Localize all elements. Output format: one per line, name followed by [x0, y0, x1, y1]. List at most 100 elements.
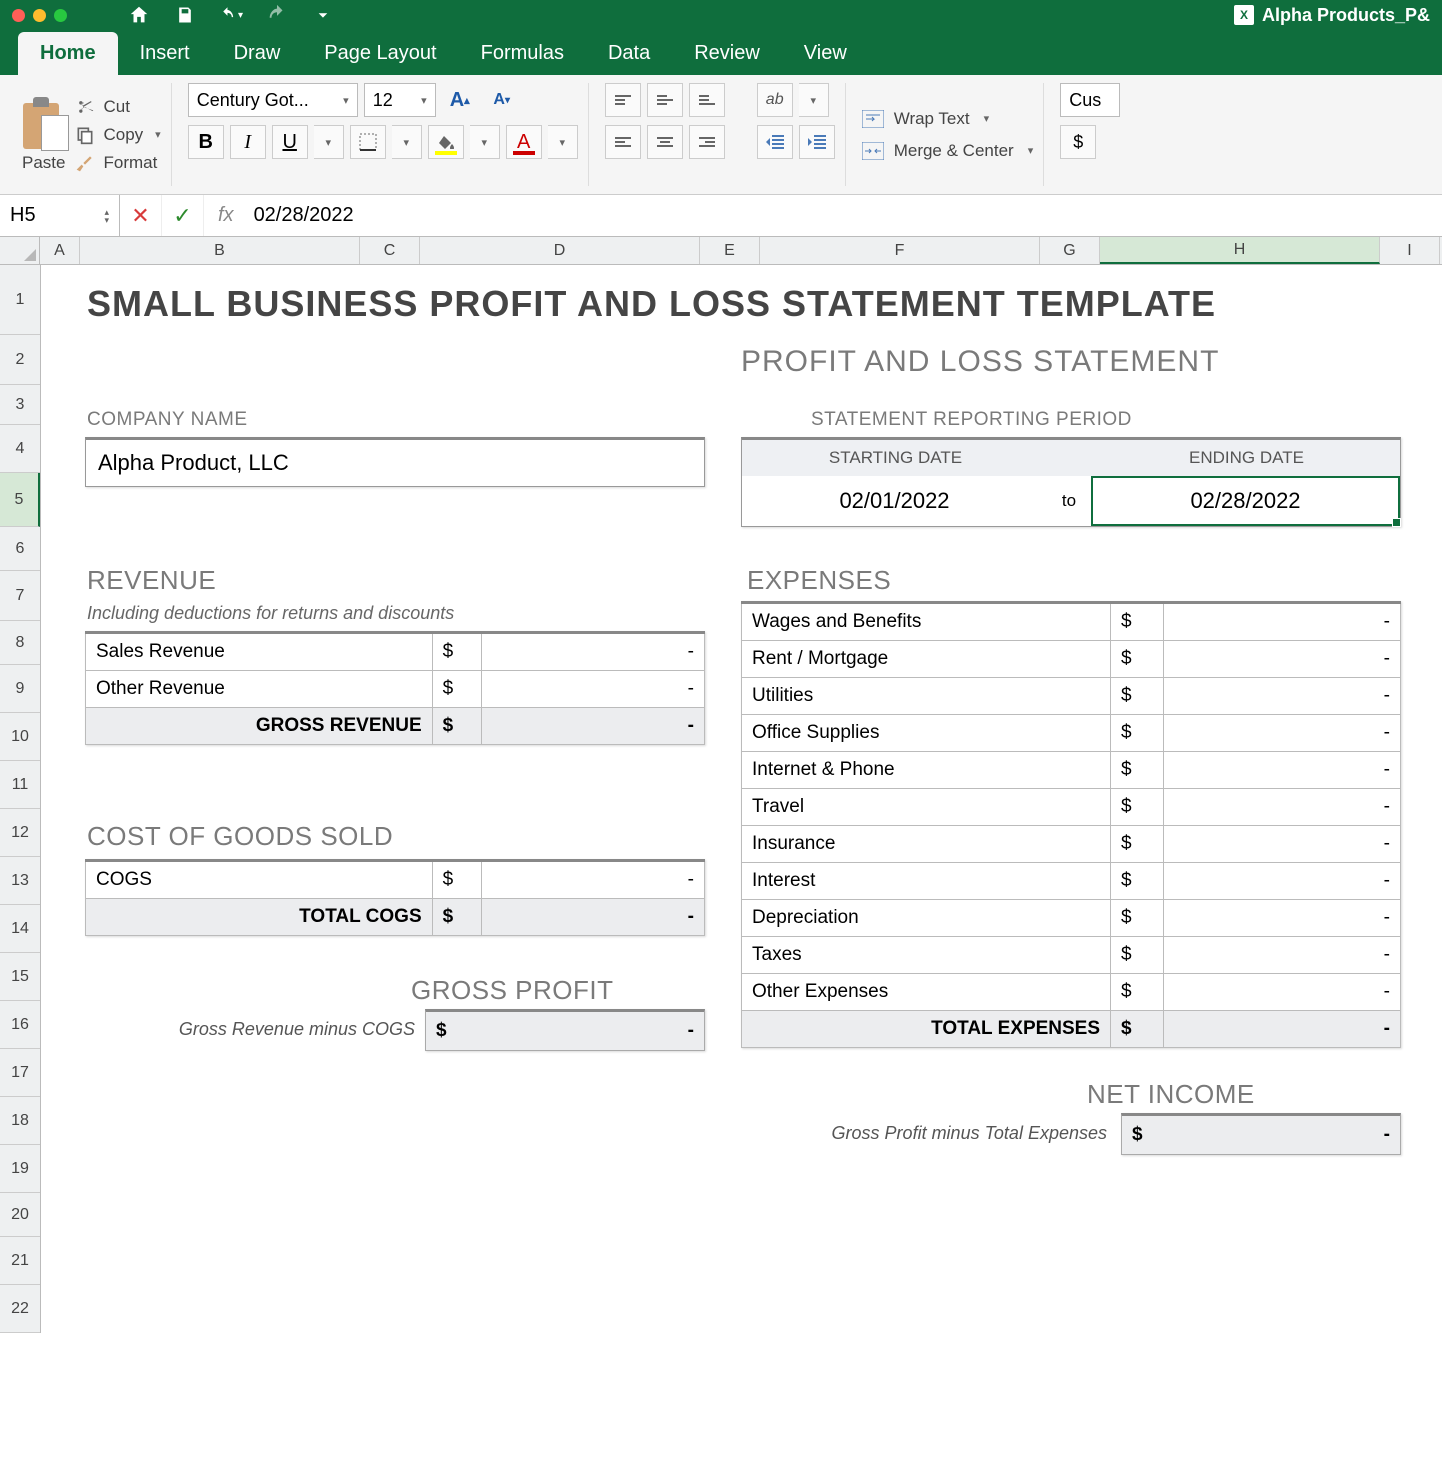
starting-date-cell[interactable]: 02/01/2022 [742, 478, 1047, 524]
currency-button[interactable]: $ [1060, 125, 1096, 159]
expense-value[interactable]: - [1163, 826, 1400, 863]
expense-value[interactable]: - [1163, 937, 1400, 974]
tab-data[interactable]: Data [586, 32, 672, 75]
expense-label[interactable]: Interest [742, 863, 1111, 900]
tab-view[interactable]: View [782, 32, 869, 75]
row-header-17[interactable]: 17 [0, 1049, 40, 1097]
decrease-indent-button[interactable] [757, 125, 793, 159]
revenue-value[interactable]: - [482, 633, 705, 671]
wrap-text-button[interactable]: Wrap Text▾ [862, 109, 1034, 129]
row-header-9[interactable]: 9 [0, 665, 40, 713]
tab-insert[interactable]: Insert [118, 32, 212, 75]
expense-label[interactable]: Office Supplies [742, 715, 1111, 752]
row-header-7[interactable]: 7 [0, 571, 40, 621]
tab-draw[interactable]: Draw [212, 32, 303, 75]
col-header-i[interactable]: I [1380, 237, 1440, 264]
expense-label[interactable]: Rent / Mortgage [742, 641, 1111, 678]
cancel-edit-button[interactable]: ✕ [120, 195, 162, 236]
row-header-12[interactable]: 12 [0, 809, 40, 857]
col-header-c[interactable]: C [360, 237, 420, 264]
net-income-value[interactable]: - [1152, 1116, 1400, 1154]
row-header-14[interactable]: 14 [0, 905, 40, 953]
row-header-13[interactable]: 13 [0, 857, 40, 905]
font-size-combo[interactable]: 12▾ [364, 83, 436, 117]
font-color-dropdown[interactable]: ▾ [548, 125, 578, 159]
increase-indent-button[interactable] [799, 125, 835, 159]
formula-input[interactable] [248, 204, 1442, 227]
row-header-16[interactable]: 16 [0, 1001, 40, 1049]
total-expenses-value[interactable]: - [1163, 1011, 1400, 1048]
align-right-button[interactable] [689, 125, 725, 159]
row-header-21[interactable]: 21 [0, 1237, 40, 1285]
orientation-dropdown[interactable]: ▾ [799, 83, 829, 117]
row-header-20[interactable]: 20 [0, 1193, 40, 1237]
row-header-11[interactable]: 11 [0, 761, 40, 809]
home-icon[interactable] [127, 3, 151, 27]
tab-review[interactable]: Review [672, 32, 782, 75]
row-header-10[interactable]: 10 [0, 713, 40, 761]
align-bottom-button[interactable] [689, 83, 725, 117]
expense-value[interactable]: - [1163, 900, 1400, 937]
expense-value[interactable]: - [1163, 863, 1400, 900]
undo-icon[interactable]: ▾ [219, 3, 243, 27]
minimize-window[interactable] [33, 9, 46, 22]
gross-profit-value[interactable]: - [456, 1012, 704, 1050]
expense-label[interactable]: Wages and Benefits [742, 603, 1111, 641]
col-header-h[interactable]: H [1100, 237, 1380, 264]
zoom-window[interactable] [54, 9, 67, 22]
revenue-label[interactable]: Other Revenue [86, 671, 433, 708]
col-header-f[interactable]: F [760, 237, 1040, 264]
expense-label[interactable]: Utilities [742, 678, 1111, 715]
accept-edit-button[interactable]: ✓ [162, 195, 204, 236]
font-name-combo[interactable]: Century Got...▾ [188, 83, 358, 117]
expense-value[interactable]: - [1163, 678, 1400, 715]
expense-label[interactable]: Travel [742, 789, 1111, 826]
increase-font-button[interactable]: A▴ [442, 83, 478, 117]
bold-button[interactable]: B [188, 125, 224, 159]
tab-formulas[interactable]: Formulas [459, 32, 586, 75]
row-header-2[interactable]: 2 [0, 335, 40, 385]
col-header-d[interactable]: D [420, 237, 700, 264]
select-all-corner[interactable] [0, 237, 40, 264]
revenue-value[interactable]: - [482, 671, 705, 708]
align-middle-button[interactable] [647, 83, 683, 117]
gross-revenue-value[interactable]: - [482, 708, 705, 745]
save-icon[interactable] [173, 3, 197, 27]
expense-value[interactable]: - [1163, 715, 1400, 752]
expense-label[interactable]: Taxes [742, 937, 1111, 974]
expense-label[interactable]: Insurance [742, 826, 1111, 863]
col-header-b[interactable]: B [80, 237, 360, 264]
orientation-button[interactable]: ab [757, 83, 793, 117]
expense-label[interactable]: Other Expenses [742, 974, 1111, 1011]
cogs-label[interactable]: COGS [86, 861, 433, 899]
col-header-g[interactable]: G [1040, 237, 1100, 264]
borders-dropdown[interactable]: ▾ [392, 125, 422, 159]
ending-date-cell[interactable]: 02/28/2022 [1091, 476, 1400, 526]
row-header-22[interactable]: 22 [0, 1285, 40, 1333]
qat-customize-icon[interactable]: ⏷ [311, 3, 335, 27]
revenue-label[interactable]: Sales Revenue [86, 633, 433, 671]
expense-value[interactable]: - [1163, 641, 1400, 678]
expense-value[interactable]: - [1163, 603, 1400, 641]
expense-label[interactable]: Depreciation [742, 900, 1111, 937]
redo-icon[interactable] [265, 3, 289, 27]
cut-button[interactable]: Cut [75, 97, 160, 117]
row-header-3[interactable]: 3 [0, 385, 40, 425]
merge-center-button[interactable]: Merge & Center▾ [862, 141, 1034, 161]
row-header-4[interactable]: 4 [0, 425, 40, 473]
fill-dropdown[interactable]: ▾ [470, 125, 500, 159]
cogs-value[interactable]: - [482, 861, 705, 899]
row-header-1[interactable]: 1 [0, 265, 40, 335]
total-cogs-value[interactable]: - [482, 899, 705, 936]
row-header-18[interactable]: 18 [0, 1097, 40, 1145]
decrease-font-button[interactable]: A▾ [484, 83, 520, 117]
copy-button[interactable]: Copy▾ [75, 125, 160, 145]
row-header-19[interactable]: 19 [0, 1145, 40, 1193]
sheet-content[interactable]: SMALL BUSINESS PROFIT AND LOSS STATEMENT… [41, 265, 1442, 1333]
underline-button[interactable]: U [272, 125, 308, 159]
number-format-combo[interactable]: Cus [1060, 83, 1120, 117]
col-header-a[interactable]: A [40, 237, 80, 264]
italic-button[interactable]: I [230, 125, 266, 159]
align-top-button[interactable] [605, 83, 641, 117]
row-header-5[interactable]: 5 [0, 473, 40, 527]
